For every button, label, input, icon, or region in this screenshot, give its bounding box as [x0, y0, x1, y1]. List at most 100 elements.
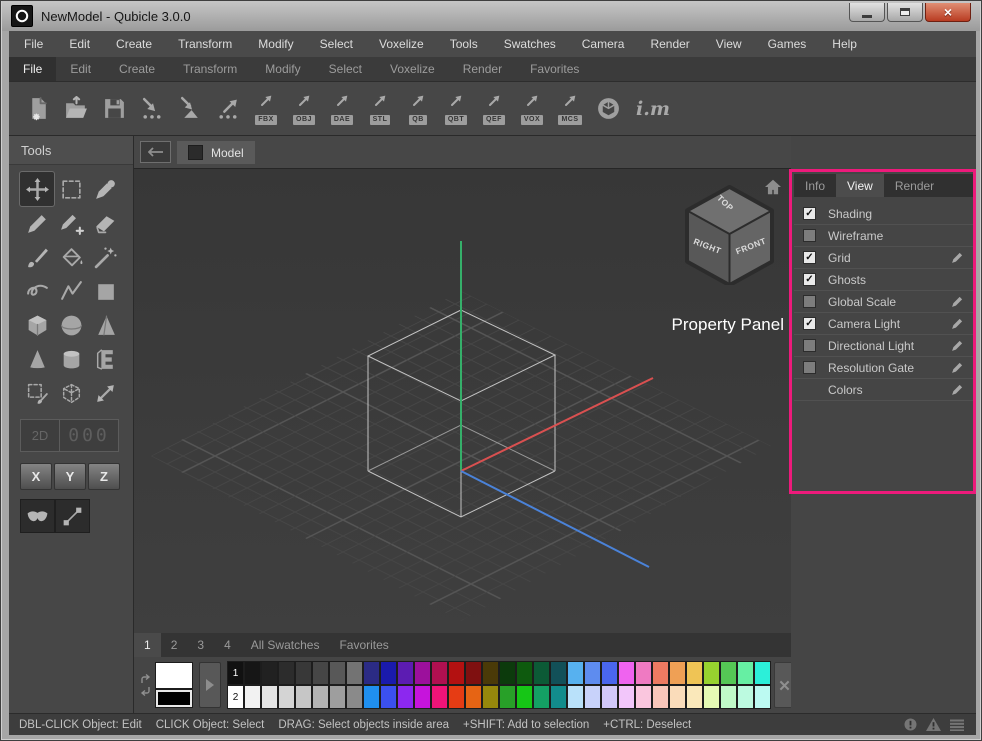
swatch[interactable] [703, 685, 720, 709]
home-view-button[interactable] [764, 179, 784, 197]
export-qbt-button[interactable]: QBT [437, 86, 475, 132]
swatch[interactable] [465, 685, 482, 709]
error-icon[interactable] [904, 718, 917, 731]
menu-voxelize[interactable]: Voxelize [379, 37, 424, 51]
ribbon-tab-transform[interactable]: Transform [169, 57, 251, 81]
menu-camera[interactable]: Camera [582, 37, 625, 51]
swatch[interactable] [686, 661, 703, 685]
swatch[interactable] [499, 661, 516, 685]
axis-y-button[interactable]: Y [54, 463, 86, 490]
tool-rectangle[interactable] [88, 274, 122, 308]
checkbox-wireframe[interactable] [803, 229, 816, 242]
swatch[interactable] [261, 685, 278, 709]
tab-info[interactable]: Info [794, 174, 836, 197]
warning-icon[interactable] [926, 718, 941, 731]
menu-view[interactable]: View [716, 37, 742, 51]
swatch[interactable] [567, 661, 584, 685]
checkbox-global-scale[interactable] [803, 295, 816, 308]
import-button[interactable] [133, 86, 171, 132]
tool-select-box[interactable] [54, 376, 88, 410]
swatch[interactable] [652, 661, 669, 685]
swatch[interactable] [754, 685, 771, 709]
im-logo[interactable]: i.m [627, 98, 679, 120]
swatch[interactable] [584, 685, 601, 709]
swatch[interactable] [465, 661, 482, 685]
edit-colors-button[interactable] [950, 383, 964, 396]
viewport-3d[interactable]: Property Panel TOP RIGHT FRONT [134, 169, 791, 633]
checkbox-ghosts[interactable]: ✓ [803, 273, 816, 286]
menu-file[interactable]: File [24, 37, 43, 51]
ribbon-tab-create[interactable]: Create [105, 57, 169, 81]
swatch[interactable] [329, 685, 346, 709]
tool-extrude[interactable] [88, 342, 122, 376]
checkbox-camera-light[interactable]: ✓ [803, 317, 816, 330]
swatch[interactable] [380, 685, 397, 709]
tool-pencil[interactable] [20, 206, 54, 240]
tab-model[interactable]: Model [177, 141, 255, 164]
tool-sphere[interactable] [54, 308, 88, 342]
axis-x-button[interactable]: X [20, 463, 52, 490]
swatch[interactable] [550, 685, 567, 709]
new-button[interactable] [19, 86, 57, 132]
orientation-cube[interactable]: TOP RIGHT FRONT [685, 185, 774, 285]
tool-pyramid[interactable] [88, 308, 122, 342]
checkbox-resolution-gate[interactable] [803, 361, 816, 374]
import-mesh-button[interactable] [171, 86, 209, 132]
export-button[interactable] [209, 86, 247, 132]
menu-render[interactable]: Render [650, 37, 689, 51]
swatch[interactable] [567, 685, 584, 709]
menu-transform[interactable]: Transform [178, 37, 232, 51]
tool-brush[interactable] [20, 240, 54, 274]
tool-cylinder[interactable] [54, 342, 88, 376]
swatch[interactable] [516, 685, 533, 709]
swatch[interactable] [737, 685, 754, 709]
swatch-tab-1[interactable]: 1 [134, 633, 161, 657]
swatch[interactable] [499, 685, 516, 709]
edit-directional-light-button[interactable] [950, 339, 964, 352]
export-fbx-button[interactable]: FBX [247, 86, 285, 132]
tab-render[interactable]: Render [884, 174, 945, 197]
back-button[interactable] [140, 141, 171, 163]
swatch[interactable] [618, 685, 635, 709]
swatch[interactable] [669, 685, 686, 709]
swatch[interactable] [261, 661, 278, 685]
checkbox-directional-light[interactable] [803, 339, 816, 352]
open-button[interactable] [57, 86, 95, 132]
ribbon-tab-render[interactable]: Render [449, 57, 516, 81]
background-color-swatch[interactable] [155, 689, 193, 708]
swatch[interactable] [737, 661, 754, 685]
swatch[interactable] [431, 661, 448, 685]
swatch[interactable] [278, 661, 295, 685]
swatch[interactable] [312, 661, 329, 685]
save-button[interactable] [95, 86, 133, 132]
swatch[interactable] [295, 661, 312, 685]
swatch[interactable] [329, 661, 346, 685]
export-stl-button[interactable]: STL [361, 86, 399, 132]
export-dae-button[interactable]: DAE [323, 86, 361, 132]
2d-mode-button[interactable]: 2D [21, 420, 60, 451]
swatch[interactable] [363, 661, 380, 685]
color-arrow-button[interactable] [199, 662, 221, 708]
menu-games[interactable]: Games [768, 37, 807, 51]
swatch[interactable] [482, 685, 499, 709]
menu-tools[interactable]: Tools [450, 37, 478, 51]
swatch-tab-2[interactable]: 2 [161, 633, 188, 657]
edit-grid-button[interactable] [950, 251, 964, 264]
swatch[interactable] [380, 661, 397, 685]
menu-swatches[interactable]: Swatches [504, 37, 556, 51]
swatch[interactable] [295, 685, 312, 709]
swatch-tab-favorites[interactable]: Favorites [329, 633, 398, 657]
swatch[interactable] [346, 661, 363, 685]
menu-edit[interactable]: Edit [69, 37, 90, 51]
swatch[interactable] [703, 661, 720, 685]
swatch[interactable] [720, 685, 737, 709]
edit-resolution-gate-button[interactable] [950, 361, 964, 374]
swatch[interactable] [686, 685, 703, 709]
swatch[interactable] [278, 685, 295, 709]
foreground-color-swatch[interactable] [155, 662, 193, 689]
swatch[interactable] [414, 685, 431, 709]
swatch[interactable] [584, 661, 601, 685]
tool-rect-select[interactable] [54, 172, 88, 206]
ribbon-tab-modify[interactable]: Modify [251, 57, 314, 81]
tool-cone[interactable] [20, 342, 54, 376]
